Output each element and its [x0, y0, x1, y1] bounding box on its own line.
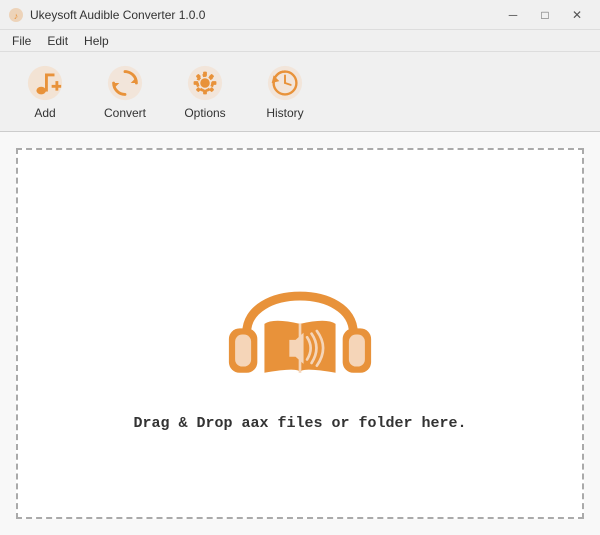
maximize-button[interactable]: □ — [530, 4, 560, 26]
convert-icon — [106, 64, 144, 102]
convert-label: Convert — [104, 106, 146, 120]
add-icon — [26, 64, 64, 102]
drop-zone[interactable]: Drag & Drop aax files or folder here. — [16, 148, 584, 519]
drop-zone-text: Drag & Drop aax files or folder here. — [133, 415, 466, 432]
menu-file[interactable]: File — [4, 32, 39, 50]
drop-zone-icon — [210, 235, 390, 395]
toolbar: Add Convert — [0, 52, 600, 132]
minimize-button[interactable]: ─ — [498, 4, 528, 26]
main-content: Drag & Drop aax files or folder here. — [0, 132, 600, 535]
history-button[interactable]: History — [250, 57, 320, 127]
title-bar: ♪ Ukeysoft Audible Converter 1.0.0 ─ □ ✕ — [0, 0, 600, 30]
add-label: Add — [34, 106, 55, 120]
close-button[interactable]: ✕ — [562, 4, 592, 26]
title-bar-left: ♪ Ukeysoft Audible Converter 1.0.0 — [8, 7, 205, 23]
menu-bar: File Edit Help — [0, 30, 600, 52]
svg-text:♪: ♪ — [14, 11, 19, 21]
title-bar-title: Ukeysoft Audible Converter 1.0.0 — [30, 8, 205, 22]
menu-edit[interactable]: Edit — [39, 32, 76, 50]
menu-help[interactable]: Help — [76, 32, 117, 50]
app-icon: ♪ — [8, 7, 24, 23]
add-button[interactable]: Add — [10, 57, 80, 127]
convert-button[interactable]: Convert — [90, 57, 160, 127]
title-bar-controls: ─ □ ✕ — [498, 4, 592, 26]
history-icon — [266, 64, 304, 102]
history-label: History — [266, 106, 303, 120]
options-button[interactable]: Options — [170, 57, 240, 127]
options-icon — [186, 64, 224, 102]
options-label: Options — [184, 106, 225, 120]
